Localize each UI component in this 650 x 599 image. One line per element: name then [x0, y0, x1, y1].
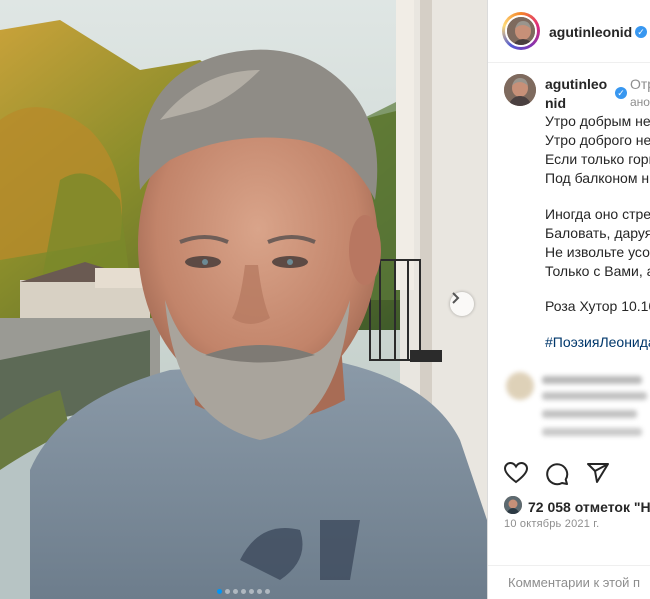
share-icon[interactable]	[586, 462, 610, 484]
likes-count[interactable]: 72 058 отметок "Н	[528, 499, 650, 515]
caption-line: Баловать, даруя	[545, 225, 650, 241]
comment-input[interactable]	[508, 575, 650, 590]
caption-line: Иногда оно стре	[545, 206, 650, 222]
caption-line: Не извольте усо	[545, 244, 650, 260]
follow-hint-line2: ано	[630, 95, 650, 109]
blurred-comment	[506, 370, 650, 450]
blurred-comment-graphic	[506, 372, 647, 436]
caption-username-line2[interactable]: nid	[545, 95, 566, 111]
caption-line: Под балконом н	[545, 170, 650, 186]
next-photo-button[interactable]	[450, 292, 474, 316]
post-side-panel: agutinleonid ✓ agutinleo nid ✓ Отр ано У…	[487, 0, 650, 599]
caption-line: Если только горн	[545, 151, 650, 167]
caption-avatar[interactable]	[504, 74, 536, 106]
verified-icon: ✓	[635, 26, 647, 38]
avatar-image	[504, 496, 522, 514]
heart-icon[interactable]	[504, 462, 528, 484]
post-date[interactable]: 10 октябрь 2021 г.	[504, 518, 599, 530]
comment-icon[interactable]	[545, 462, 569, 486]
carousel-dot	[249, 589, 254, 594]
liker-avatar[interactable]	[504, 496, 522, 514]
carousel-dot	[217, 589, 222, 594]
avatar-image	[504, 74, 536, 106]
caption-line: Утро добрым не	[545, 113, 650, 129]
selfie-image	[0, 0, 487, 599]
carousel-indicator	[0, 589, 487, 594]
carousel-dot	[257, 589, 262, 594]
carousel-dot	[225, 589, 230, 594]
post-actions	[488, 452, 650, 492]
carousel-dot	[241, 589, 246, 594]
comment-bar	[488, 565, 650, 599]
hashtag-link[interactable]: #ПоэзияЛеонида	[545, 334, 650, 350]
caption-line: Только с Вами, а	[545, 263, 650, 279]
chevron-right-icon	[452, 292, 460, 304]
follow-hint[interactable]: Отр	[630, 76, 650, 92]
carousel-dot	[265, 589, 270, 594]
avatar[interactable]	[505, 15, 537, 47]
caption-line: Утро доброго не	[545, 132, 650, 148]
carousel-dot	[233, 589, 238, 594]
post-header: agutinleonid ✓	[488, 0, 650, 63]
post-photo[interactable]	[0, 0, 487, 599]
caption-username-line1[interactable]: agutinleo	[545, 76, 607, 92]
header-username[interactable]: agutinleonid	[549, 24, 632, 40]
verified-icon: ✓	[615, 87, 627, 99]
caption-location: Роза Хутор 10.10	[545, 298, 650, 314]
